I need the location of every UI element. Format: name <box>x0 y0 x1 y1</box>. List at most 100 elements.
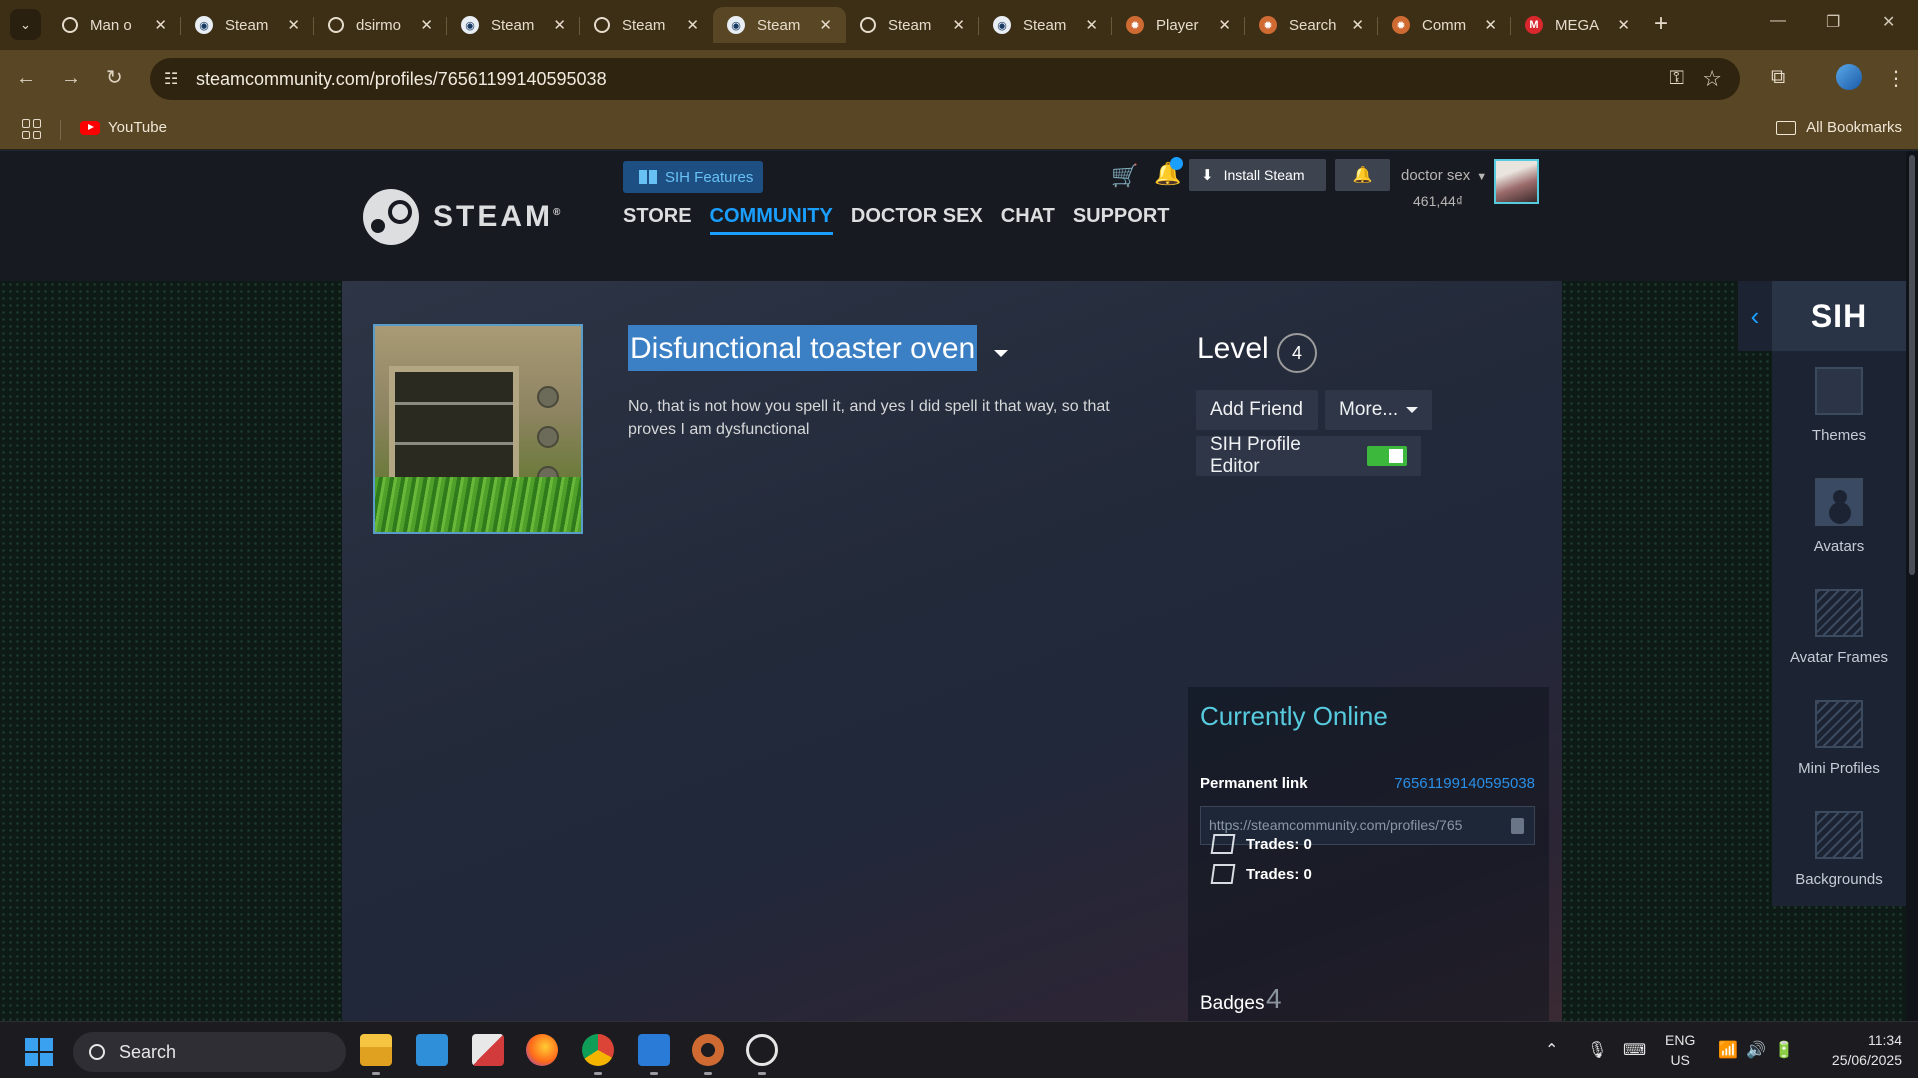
browser-tab[interactable]: ✹ Comm ✕ <box>1378 7 1511 43</box>
close-icon[interactable]: ✕ <box>952 16 965 34</box>
control-panel-icon[interactable] <box>416 1034 448 1066</box>
badges-count[interactable]: 4 <box>1266 983 1282 1015</box>
notifications-button[interactable]: 🔔 <box>1335 159 1390 191</box>
close-icon[interactable]: ✕ <box>154 16 167 34</box>
sih-item-avatar-frames[interactable]: Avatar Frames <box>1772 589 1906 666</box>
bookmark-star-icon[interactable]: ☆ <box>1702 66 1722 92</box>
browser-tab-bar: ⌄ Man o ✕ ◉ Steam ✕ dsirmo ✕ ◉ Steam ✕ S… <box>0 0 1918 50</box>
file-explorer-icon[interactable] <box>360 1034 392 1066</box>
close-icon[interactable]: ✕ <box>1484 16 1497 34</box>
volume-icon[interactable]: 🔊 <box>1746 1040 1766 1060</box>
close-icon[interactable]: ✕ <box>1085 16 1098 34</box>
close-icon[interactable]: ✕ <box>553 16 566 34</box>
close-icon[interactable]: ✕ <box>1351 16 1364 34</box>
wifi-icon[interactable]: 📶 <box>1718 1040 1738 1060</box>
profile-avatar[interactable] <box>373 324 583 534</box>
tab-search-dropdown[interactable]: ⌄ <box>10 9 41 40</box>
media-player-icon[interactable] <box>746 1034 778 1066</box>
browser-tab[interactable]: Steam ✕ <box>580 7 713 43</box>
minimize-icon[interactable]: — <box>1770 12 1786 30</box>
level-badge[interactable]: 4 <box>1277 333 1317 373</box>
battery-icon[interactable]: 🔋 <box>1774 1040 1794 1060</box>
close-window-icon[interactable]: ✕ <box>1882 12 1895 32</box>
kebab-menu-icon[interactable]: ⋮ <box>1886 66 1906 91</box>
tray-chevron-up-icon[interactable]: ⌃ <box>1545 1040 1558 1060</box>
sih-item-avatars[interactable]: Avatars <box>1772 478 1906 555</box>
tf2-icon[interactable] <box>692 1034 724 1066</box>
browser-tab[interactable]: Steam ✕ <box>846 7 979 43</box>
apps-grid-icon[interactable] <box>22 119 42 139</box>
close-icon[interactable]: ✕ <box>1617 16 1630 34</box>
sih-item-mini-profiles[interactable]: Mini Profiles <box>1772 700 1906 777</box>
all-bookmarks-label: All Bookmarks <box>1806 119 1902 136</box>
password-key-icon[interactable]: ⚿ <box>1670 68 1684 90</box>
sih-item-backgrounds[interactable]: Backgrounds <box>1772 811 1906 888</box>
taskbar-search-label: Search <box>119 1041 177 1062</box>
sih-profile-editor-button[interactable]: SIH Profile Editor <box>1196 434 1421 477</box>
browser-tab[interactable]: ✹ Search ✕ <box>1245 7 1378 43</box>
keyboard-icon[interactable]: ⌨ <box>1623 1040 1646 1060</box>
browser-tab[interactable]: ◉ Steam ✕ <box>181 7 314 43</box>
sih-panel-collapse-chevron-icon[interactable]: ‹ <box>1738 281 1772 351</box>
system-clock[interactable]: 11:34 25/06/2025 <box>1818 1030 1902 1070</box>
close-icon[interactable]: ✕ <box>686 16 699 34</box>
windows-start-icon[interactable] <box>25 1038 53 1066</box>
microphone-icon[interactable]: 🎙 <box>1587 1040 1607 1060</box>
close-icon[interactable]: ✕ <box>420 16 433 34</box>
page-scrollbar-thumb[interactable] <box>1909 155 1915 575</box>
book-icon <box>639 170 657 184</box>
nav-store[interactable]: STORE <box>623 205 692 235</box>
site-settings-icon[interactable]: ☷ <box>164 69 178 89</box>
browser-tab[interactable]: dsirmo ✕ <box>314 7 447 43</box>
cart-icon[interactable]: 🛒 <box>1111 163 1138 189</box>
restore-icon[interactable]: ❐ <box>1826 12 1840 32</box>
sih-item-themes[interactable]: Themes <box>1772 367 1906 444</box>
sih-item-label: Avatar Frames <box>1789 649 1889 666</box>
taskbar-search[interactable]: Search <box>73 1032 346 1072</box>
new-tab-plus-icon[interactable]: + <box>1654 10 1668 38</box>
persona-name: Disfunctional toaster oven <box>628 325 978 371</box>
tab-title: Search <box>1289 16 1337 34</box>
permanent-link-id[interactable]: 76561199140595038 <box>1394 775 1535 792</box>
steam-favicon-icon: ◉ <box>461 16 479 34</box>
steam-logo[interactable]: STEAM® <box>363 189 560 245</box>
browser-tab-active[interactable]: ◉ Steam ✕ <box>713 7 846 43</box>
browser-profile-avatar[interactable] <box>1836 64 1862 90</box>
bookmarks-bar: YouTube All Bookmarks <box>0 108 1918 150</box>
address-bar[interactable]: ☷ steamcommunity.com/profiles/7656119914… <box>150 58 1740 100</box>
close-icon[interactable]: ✕ <box>1218 16 1231 34</box>
badges-label[interactable]: Badges <box>1200 993 1264 1015</box>
browser-tab[interactable]: M MEGA ✕ <box>1511 7 1644 43</box>
install-steam-button[interactable]: ⬇ Install Steam <box>1189 159 1326 191</box>
sih-editor-toggle[interactable] <box>1367 446 1407 466</box>
bookmark-youtube[interactable]: YouTube <box>80 119 167 136</box>
firefox-icon[interactable] <box>526 1034 558 1066</box>
chrome-icon[interactable] <box>582 1034 614 1066</box>
all-bookmarks-button[interactable]: All Bookmarks <box>1776 119 1902 136</box>
nav-chat[interactable]: CHAT <box>1001 205 1055 235</box>
close-icon[interactable]: ✕ <box>287 16 300 34</box>
browser-tab[interactable]: ◉ Steam ✕ <box>447 7 580 43</box>
input-language[interactable]: ENG US <box>1665 1030 1695 1070</box>
nav-community[interactable]: COMMUNITY <box>709 205 833 235</box>
account-menu[interactable]: doctor sex ▼ <box>1401 167 1487 184</box>
browser-tab[interactable]: ✹ Player ✕ <box>1112 7 1245 43</box>
browser-tab[interactable]: Man o ✕ <box>48 7 181 43</box>
forward-arrow-icon[interactable]: → <box>61 66 81 90</box>
snipping-tool-icon[interactable] <box>472 1034 504 1066</box>
name-history-caret-icon[interactable] <box>994 350 1008 357</box>
add-friend-button[interactable]: Add Friend <box>1196 390 1318 430</box>
address-bar-url[interactable]: steamcommunity.com/profiles/765611991405… <box>196 69 607 90</box>
copy-icon[interactable] <box>1511 818 1524 834</box>
app-icon[interactable] <box>638 1034 670 1066</box>
reload-icon[interactable]: ↻ <box>106 66 123 90</box>
extensions-puzzle-icon[interactable]: ⧉ <box>1771 66 1785 89</box>
sih-features-button[interactable]: SIH Features <box>623 161 763 193</box>
nav-username[interactable]: DOCTOR SEX <box>851 205 983 235</box>
nav-support[interactable]: SUPPORT <box>1073 205 1170 235</box>
browser-tab[interactable]: ◉ Steam ✕ <box>979 7 1112 43</box>
account-avatar[interactable] <box>1494 159 1539 204</box>
more-button[interactable]: More... <box>1325 390 1432 430</box>
close-icon[interactable]: ✕ <box>819 16 832 34</box>
back-arrow-icon[interactable]: ← <box>16 66 36 90</box>
